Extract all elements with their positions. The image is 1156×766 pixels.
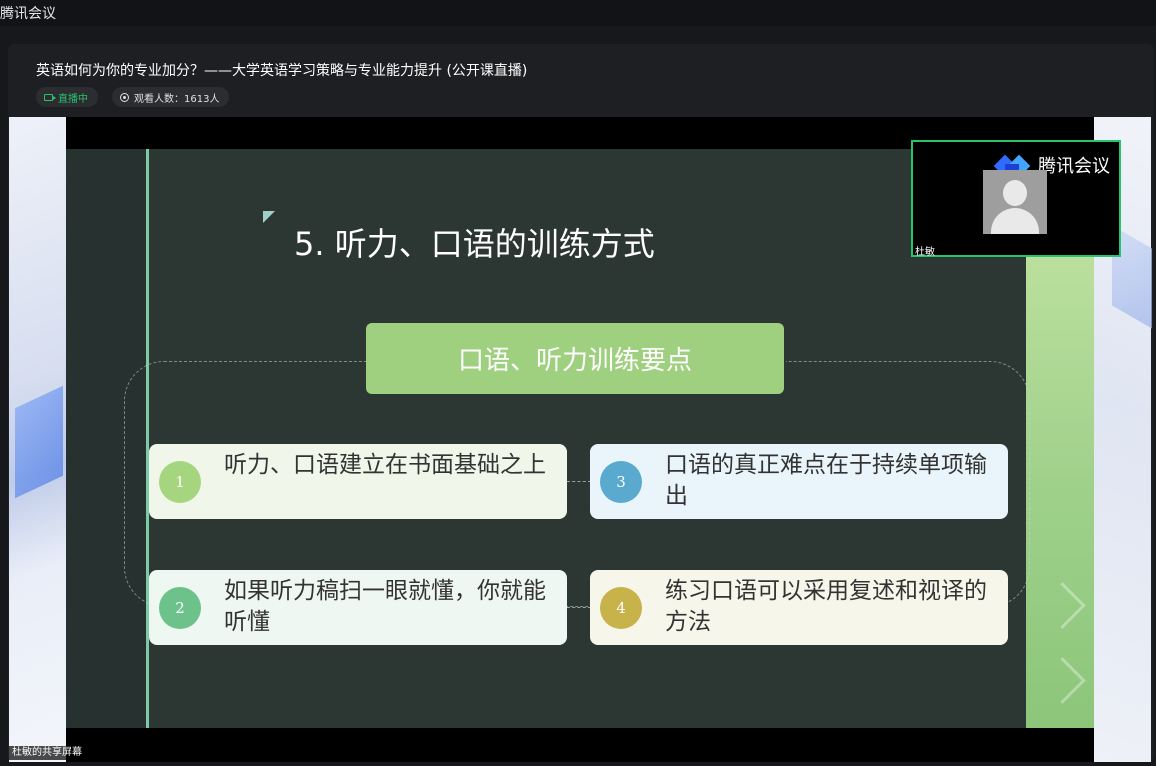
viewer-count-badge[interactable]: 观看人数：1613人 (112, 87, 229, 107)
desktop-wallpaper-left (9, 117, 66, 762)
point-number-4: 4 (600, 587, 642, 629)
point-number-1: 1 (159, 461, 201, 503)
point-card-2: 2 如果听力稿扫一眼就懂，你就能听懂 (149, 570, 567, 645)
point-card-1: 1 听力、口语建立在书面基础之上 (149, 444, 567, 519)
screen-share-label: 杜敏的共享屏幕 (9, 746, 85, 760)
person-avatar-icon (983, 170, 1047, 234)
point-number-3: 3 (600, 461, 642, 503)
point-card-4: 4 练习口语可以采用复述和视译的方法 (590, 570, 1008, 645)
point-text-1: 听力、口语建立在书面基础之上 (224, 452, 546, 478)
live-status-badge: 直播中 (36, 87, 98, 107)
connector-line (567, 481, 591, 482)
viewer-count-label: 观看人数：1613人 (134, 93, 220, 105)
participant-name: 杜敏 (915, 247, 935, 258)
connector-line (567, 607, 591, 608)
slide-banner: 口语、听力训练要点 (366, 323, 784, 394)
tile-logo-text: 腾讯会议 (1038, 156, 1110, 177)
point-text-3: 口语的真正难点在于持续单项输出 (665, 452, 987, 509)
meeting-title: 英语如何为你的专业加分？——大学英语学习策略与专业能力提升 (公开课直播) (36, 63, 528, 79)
camera-icon (44, 93, 56, 101)
live-label: 直播中 (58, 93, 88, 105)
eye-icon (120, 92, 129, 102)
point-card-3: 3 口语的真正难点在于持续单项输出 (590, 444, 1008, 519)
heading-corner-mark (263, 211, 275, 223)
point-text-2: 如果听力稿扫一眼就懂，你就能听懂 (224, 578, 546, 635)
point-number-2: 2 (159, 587, 201, 629)
app-title: 腾讯会议 (0, 6, 56, 22)
participant-video-tile[interactable]: 腾讯会议 杜敏 (911, 140, 1121, 258)
point-text-4: 练习口语可以采用复述和视译的方法 (665, 578, 987, 635)
slide-heading: 5. 听力、口语的训练方式 (294, 225, 655, 263)
title-bar: 腾讯会议 (0, 0, 1156, 26)
tencent-meeting-window: 腾讯会议 英语如何为你的专业加分？——大学英语学习策略与专业能力提升 (公开课直… (0, 0, 1156, 766)
